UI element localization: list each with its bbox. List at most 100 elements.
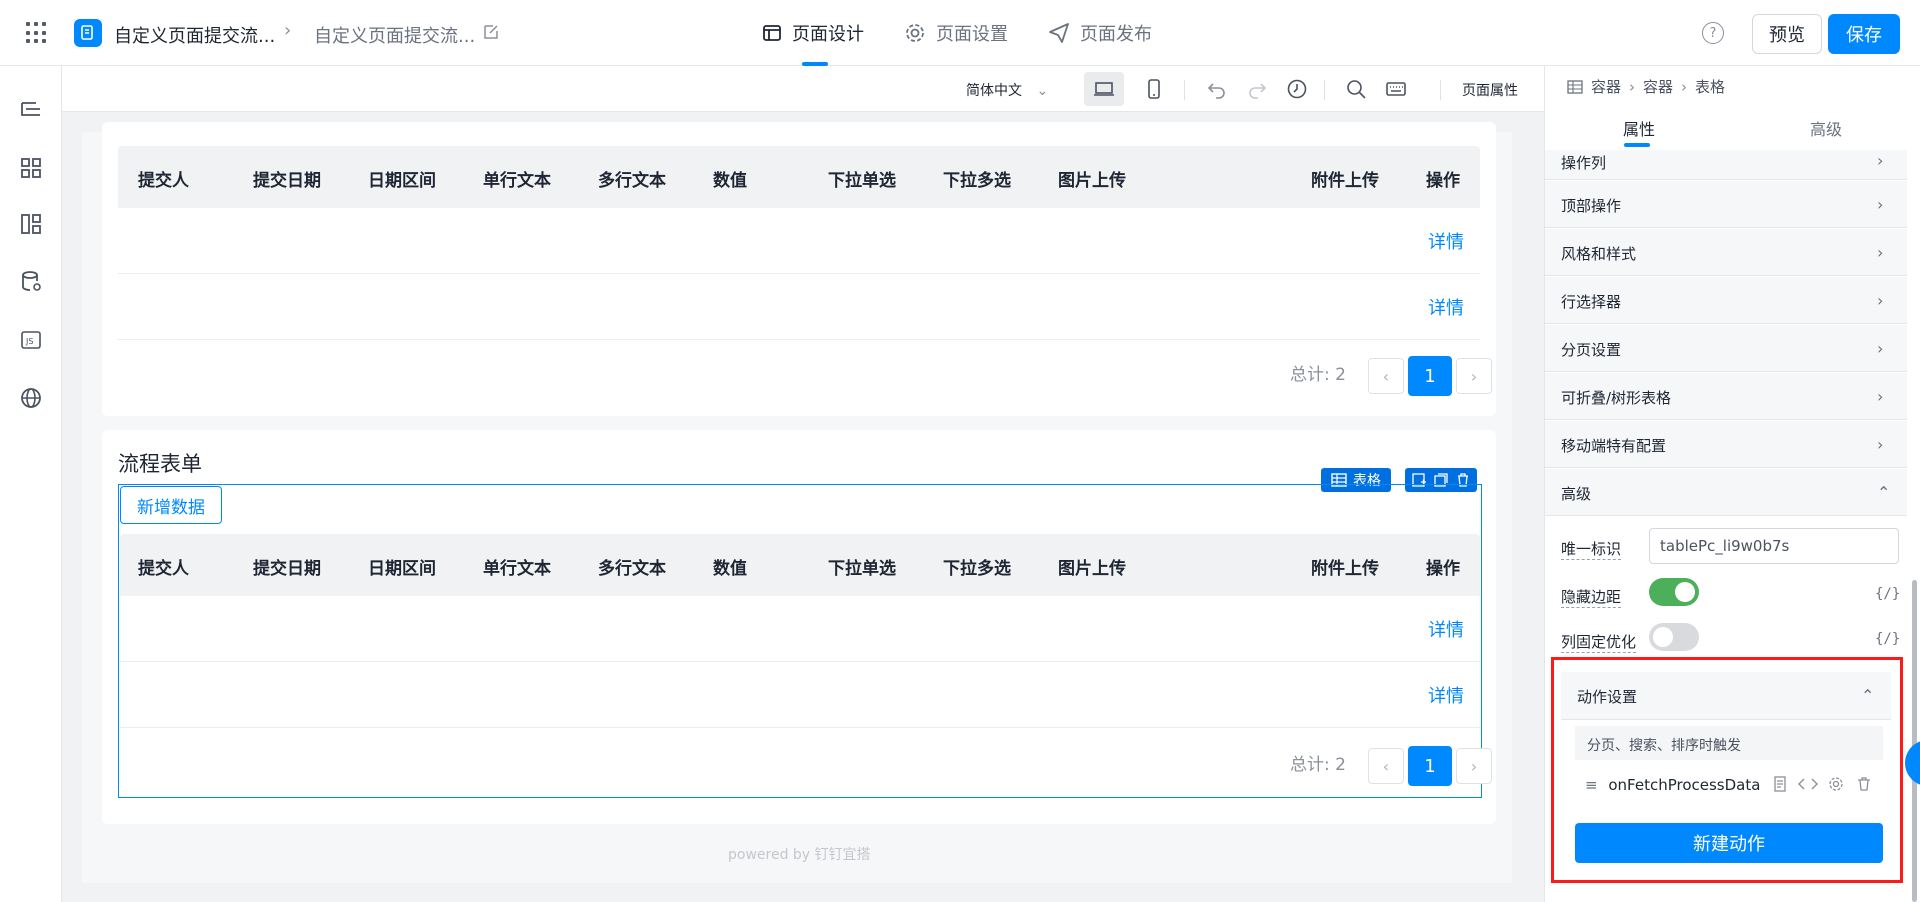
next-page-button[interactable]: › [1456,748,1492,784]
detail-link[interactable]: 详情 [1428,228,1464,254]
language-select[interactable]: 简体中文 ⌄ [966,80,1048,100]
action-item[interactable]: ≡ onFetchProcessData [1585,776,1760,794]
breadcrumb-item[interactable]: 容器 [1643,76,1673,97]
document-icon[interactable] [1772,776,1788,792]
tab-page-design[interactable]: 页面设计 [762,0,864,66]
outline-tree-icon[interactable] [19,98,43,122]
column-header[interactable]: 下拉多选 [943,166,1011,191]
column-header[interactable]: 操作 [1426,166,1460,191]
chevron-right-icon: › [1877,387,1884,406]
column-header[interactable]: 附件上传 [1311,166,1379,191]
layout-icon[interactable] [19,212,43,236]
tab-page-settings[interactable]: 页面设置 [904,0,1008,66]
section-top-actions[interactable]: 顶部操作 › [1545,181,1907,228]
help-icon[interactable]: ? [1702,22,1724,44]
app-logo-icon[interactable] [74,19,102,47]
section-label: 移动端特有配置 [1561,437,1667,455]
column-header[interactable]: 下拉单选 [828,554,896,579]
variable-binding-icon[interactable]: {/} [1875,586,1900,602]
section-mobile-config[interactable]: 移动端特有配置 › [1545,421,1907,468]
undo-icon[interactable] [1206,78,1228,100]
detail-link[interactable]: 详情 [1428,682,1464,708]
section-tree-table[interactable]: 可折叠/树形表格 › [1545,373,1907,420]
action-name[interactable]: onFetchProcessData [1608,776,1760,794]
breadcrumb-item[interactable]: 容器 [1591,76,1621,97]
send-icon [1049,23,1069,43]
column-header[interactable]: 日期区间 [368,166,436,191]
panel-scrollbar[interactable] [1912,580,1917,902]
drag-handle-icon[interactable]: ≡ [1585,776,1598,794]
column-header[interactable]: 单行文本 [483,166,551,191]
prev-page-button[interactable]: ‹ [1368,748,1404,784]
desktop-icon[interactable] [1093,78,1115,100]
add-data-button[interactable]: 新增数据 [120,486,222,524]
page-number-button[interactable]: 1 [1408,746,1452,786]
globe-icon[interactable] [19,386,43,410]
page-attributes-link[interactable]: 页面属性 [1462,80,1518,100]
edit-icon[interactable] [482,23,500,41]
column-header[interactable]: 图片上传 [1058,554,1126,579]
breadcrumb: 容器 › 容器 › 表格 [1567,76,1725,97]
table-row: 详情 [118,274,1480,340]
column-header[interactable]: 数值 [713,166,747,191]
gear-icon[interactable] [1828,776,1844,792]
new-action-button[interactable]: 新建动作 [1575,823,1883,863]
table-row: 详情 [118,208,1480,274]
history-icon[interactable] [1286,78,1308,100]
column-header[interactable]: 日期区间 [368,554,436,579]
preview-button[interactable]: 预览 [1752,14,1822,54]
unique-id-input[interactable]: tablePc_li9w0b7s [1649,528,1899,564]
app-name[interactable]: 自定义页面提交流... [114,22,275,48]
search-icon[interactable] [1345,78,1367,100]
mobile-icon[interactable] [1143,78,1165,100]
column-header[interactable]: 下拉单选 [828,166,896,191]
app-grid-icon[interactable] [26,22,48,44]
page-name[interactable]: 自定义页面提交流... [314,22,475,48]
section-pagination[interactable]: 分页设置 › [1545,325,1907,372]
column-header[interactable]: 多行文本 [598,166,666,191]
column-fixed-switch[interactable] [1649,623,1699,651]
prev-page-button[interactable]: ‹ [1368,358,1404,394]
tab-page-publish[interactable]: 页面发布 [1048,0,1152,66]
keyboard-icon[interactable] [1385,78,1407,100]
variable-binding-icon[interactable]: {/} [1875,631,1900,647]
save-button[interactable]: 保存 [1828,14,1900,54]
section-style[interactable]: 风格和样式 › [1545,229,1907,276]
tab-properties[interactable]: 属性 [1623,116,1655,140]
column-header[interactable]: 图片上传 [1058,166,1126,191]
column-header[interactable]: 数值 [713,554,747,579]
datasource-icon[interactable] [19,270,43,294]
hide-border-switch[interactable] [1649,578,1699,606]
column-header[interactable]: 操作 [1426,554,1460,579]
next-page-button[interactable]: › [1456,358,1492,394]
column-header[interactable]: 多行文本 [598,554,666,579]
redo-icon[interactable] [1246,78,1268,100]
breadcrumb-item[interactable]: 表格 [1695,76,1725,97]
section-row-selector[interactable]: 行选择器 › [1545,277,1907,324]
table-header: 提交人 提交日期 日期区间 单行文本 多行文本 数值 下拉单选 下拉多选 图片上… [118,146,1480,208]
tab-advanced[interactable]: 高级 [1810,116,1842,140]
detail-link[interactable]: 详情 [1428,616,1464,642]
column-header[interactable]: 下拉多选 [943,554,1011,579]
js-icon[interactable]: JS [19,328,43,352]
table-card-1: 提交人 提交日期 日期区间 单行文本 多行文本 数值 下拉单选 下拉多选 图片上… [102,122,1496,416]
section-advanced[interactable]: 高级 ⌃ [1545,469,1907,516]
section-label: 分页设置 [1561,341,1622,359]
delete-icon[interactable] [1856,776,1872,792]
column-header[interactable]: 提交人 [138,554,189,579]
components-icon[interactable] [19,156,43,180]
section-action-column[interactable]: 操作列 › [1545,150,1907,180]
total-count: 总计: 2 [1290,365,1346,385]
page-number-button[interactable]: 1 [1408,356,1452,396]
code-icon[interactable] [1798,776,1818,792]
action-trigger-label: 分页、搜索、排序时触发 [1575,726,1883,760]
detail-link[interactable]: 详情 [1428,294,1464,320]
column-header[interactable]: 单行文本 [483,554,551,579]
column-header[interactable]: 提交日期 [253,166,321,191]
tab-label: 页面设置 [936,24,1008,45]
column-header[interactable]: 提交人 [138,166,189,191]
column-header[interactable]: 提交日期 [253,554,321,579]
property-tabs: 属性 高级 [1545,106,1920,148]
column-header[interactable]: 附件上传 [1311,554,1379,579]
flow-form-title: 流程表单 [118,452,202,476]
